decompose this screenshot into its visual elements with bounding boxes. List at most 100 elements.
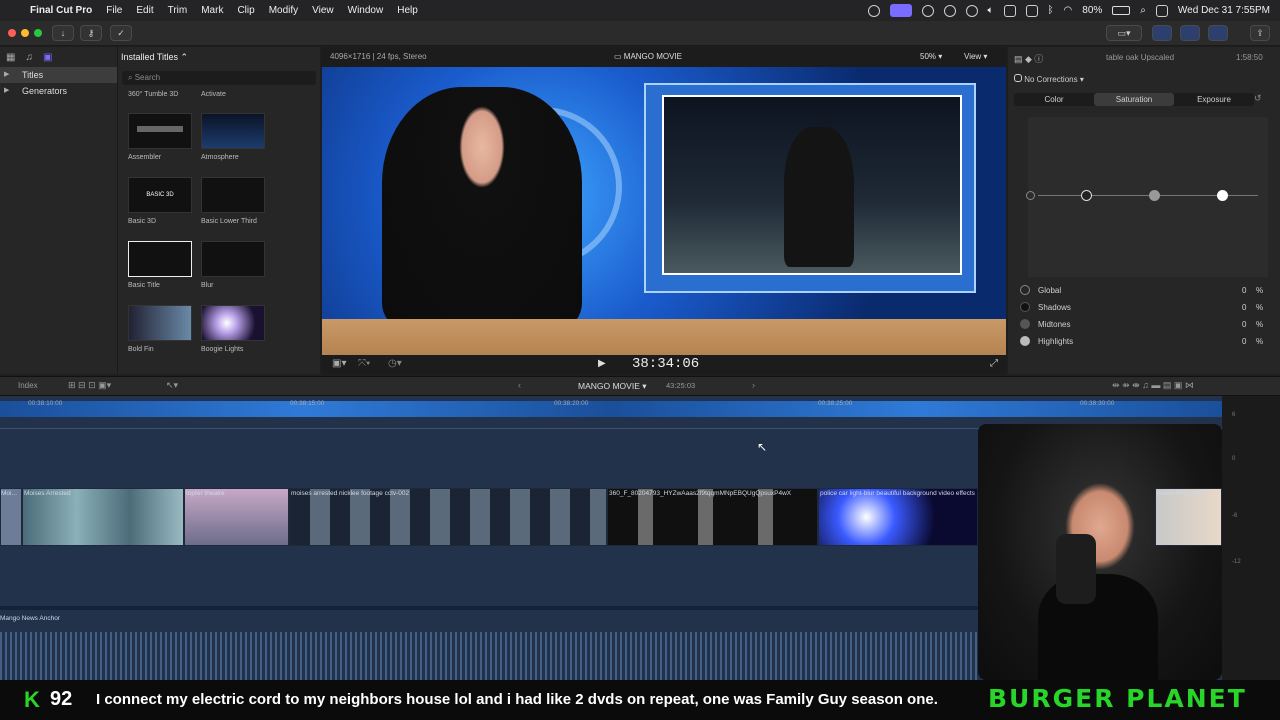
bluetooth-icon[interactable]: ᛒ (1048, 5, 1054, 16)
shadows-puck[interactable] (1081, 190, 1092, 201)
show-inspector-icon[interactable] (1208, 25, 1228, 41)
keywords-icon[interactable]: ⚷ (80, 25, 102, 41)
menu-view[interactable]: View (312, 5, 334, 16)
video-frame[interactable] (322, 67, 1006, 355)
chat-ticker: K 92 I connect my electric cord to my ne… (0, 680, 1280, 720)
background-tasks-icon[interactable]: ✓ (110, 25, 132, 41)
transform-icon[interactable]: ⤧▾ (358, 358, 370, 369)
forward-arrow-icon[interactable]: › (752, 380, 755, 390)
title-thumbnail[interactable] (128, 241, 192, 277)
control-center-icon[interactable] (1155, 4, 1168, 17)
media-browser-icon[interactable]: ▦ (6, 52, 15, 63)
row-value[interactable]: 0 (1242, 320, 1246, 329)
menu-modify[interactable]: Modify (269, 5, 298, 16)
meter-tick: 0 (1232, 456, 1236, 462)
show-browser-icon[interactable] (1152, 25, 1172, 41)
select-tool-icon[interactable]: ↖▾ (166, 380, 178, 391)
row-shadows[interactable]: Shadows 0% (1008, 300, 1280, 317)
title-thumbnail[interactable] (128, 305, 192, 341)
title-thumbnail[interactable] (201, 113, 265, 149)
back-arrow-icon[interactable]: ‹ (518, 380, 521, 390)
menu-help[interactable]: Help (397, 5, 418, 16)
tab-exposure[interactable]: Exposure (1174, 93, 1254, 106)
speed-icon[interactable]: ◷▾ (388, 358, 402, 369)
tab-saturation[interactable]: Saturation (1094, 93, 1174, 106)
inspector-tabs-icon[interactable]: ▤ ◆ ⓘ (1014, 52, 1043, 65)
battery-percent: 80% (1082, 5, 1103, 16)
highlights-puck[interactable] (1217, 190, 1228, 201)
sidebar-item-generators[interactable]: ▶ Generators (0, 83, 117, 99)
title-thumbnail[interactable] (201, 241, 265, 277)
photos-audio-icon[interactable]: ♫ (25, 52, 33, 63)
share-icon[interactable]: ⇪ (1250, 25, 1270, 41)
timecode-display[interactable]: 38:34:06 (632, 356, 699, 372)
background-clip-strip[interactable] (0, 401, 1222, 417)
workspace-menu-icon[interactable]: ▭▾ (1106, 25, 1142, 41)
menu-mark[interactable]: Mark (201, 5, 223, 16)
index-button[interactable]: Index (18, 381, 38, 390)
minimize-window-button[interactable] (21, 29, 29, 37)
titles-generators-icon[interactable]: ▣ (43, 52, 52, 63)
play-button[interactable]: ▶ (598, 358, 606, 369)
title-thumbnail[interactable] (201, 305, 265, 341)
row-value[interactable]: 0 (1242, 337, 1246, 346)
row-midtones[interactable]: Midtones 0% (1008, 317, 1280, 334)
shadows-swatch-icon (1020, 302, 1030, 312)
zoom-window-button[interactable] (34, 29, 42, 37)
search-field[interactable]: ⌕ Search (122, 71, 316, 85)
menu-edit[interactable]: Edit (136, 5, 153, 16)
globe-icon[interactable] (921, 4, 934, 17)
clock-text[interactable]: Wed Dec 31 7:55PM (1178, 5, 1270, 16)
viewer-options-icon[interactable]: ▣▾ (332, 358, 346, 369)
display-icon[interactable] (1003, 4, 1016, 17)
view-menu[interactable]: View ▾ (964, 52, 987, 61)
battery-icon[interactable] (1112, 6, 1131, 15)
desk-surface (322, 319, 1006, 355)
edit-buttons-icon[interactable]: ⊞ ⊟ ⊡ ▣▾ (68, 380, 111, 391)
show-timeline-icon[interactable] (1180, 25, 1200, 41)
keyboard-icon[interactable] (1025, 4, 1038, 17)
import-icon[interactable]: ↓ (52, 25, 74, 41)
menu-clip[interactable]: Clip (237, 5, 254, 16)
color-board[interactable] (1026, 117, 1268, 277)
installed-titles-menu[interactable]: Installed Titles ⌃ (121, 52, 188, 63)
audio-waveform[interactable] (0, 632, 980, 680)
clock-icon[interactable] (943, 4, 956, 17)
corrections-menu[interactable]: No Corrections ▾ (1014, 74, 1084, 84)
tab-color[interactable]: Color (1014, 93, 1094, 106)
reset-icon[interactable]: ↺ (1254, 93, 1262, 104)
disclosure-triangle-icon[interactable]: ▶ (4, 86, 9, 94)
close-window-button[interactable] (8, 29, 16, 37)
timeline-controls-icon[interactable]: ⇹ ⇻ ⇼ ♫ ▬ ▤ ▣ ⋈ (1112, 380, 1194, 391)
app-menu[interactable]: Final Cut Pro (30, 5, 92, 16)
ticker-message: I connect my electric cord to my neighbo… (96, 691, 938, 708)
row-unit: % (1256, 303, 1264, 312)
row-highlights[interactable]: Highlights 0% (1008, 334, 1280, 351)
row-value[interactable]: 0 (1242, 286, 1246, 295)
menu-window[interactable]: Window (348, 5, 384, 16)
spotlight-icon[interactable]: ⌕ (1140, 5, 1146, 16)
menu-trim[interactable]: Trim (168, 5, 188, 16)
menu-file[interactable]: File (106, 5, 122, 16)
title-thumbnail[interactable] (128, 113, 192, 149)
wifi-icon[interactable]: ◠ (1064, 5, 1073, 16)
zoom-menu[interactable]: 50% ▾ (920, 52, 942, 61)
audio-meters: 6 0 -6 -12 (1222, 396, 1280, 680)
title-thumbnail[interactable] (201, 177, 265, 213)
timeline-project-name[interactable]: MANGO MOVIE ▾ (578, 381, 647, 392)
global-puck[interactable] (1026, 191, 1035, 200)
play-icon[interactable] (965, 4, 978, 17)
screen-record-icon[interactable] (889, 4, 912, 17)
midtones-puck[interactable] (1149, 190, 1160, 201)
status-icon[interactable] (867, 4, 880, 17)
volume-icon[interactable]: 🔈︎ (988, 5, 994, 16)
sidebar-item-titles[interactable]: ▶ Titles (0, 67, 117, 83)
fullscreen-icon[interactable]: ⤢ (990, 358, 998, 369)
checkbox-icon[interactable] (1014, 74, 1022, 82)
row-value[interactable]: 0 (1242, 303, 1246, 312)
disclosure-triangle-icon[interactable]: ▶ (4, 70, 9, 78)
title-thumbnail[interactable]: BASIC 3D (128, 177, 192, 213)
titles-browser: Installed Titles ⌃ ⌕ Search 360° Tumble … (118, 47, 320, 374)
ruler-time: 00:38:10:00 (28, 400, 63, 407)
row-global[interactable]: Global 0% (1008, 283, 1280, 300)
